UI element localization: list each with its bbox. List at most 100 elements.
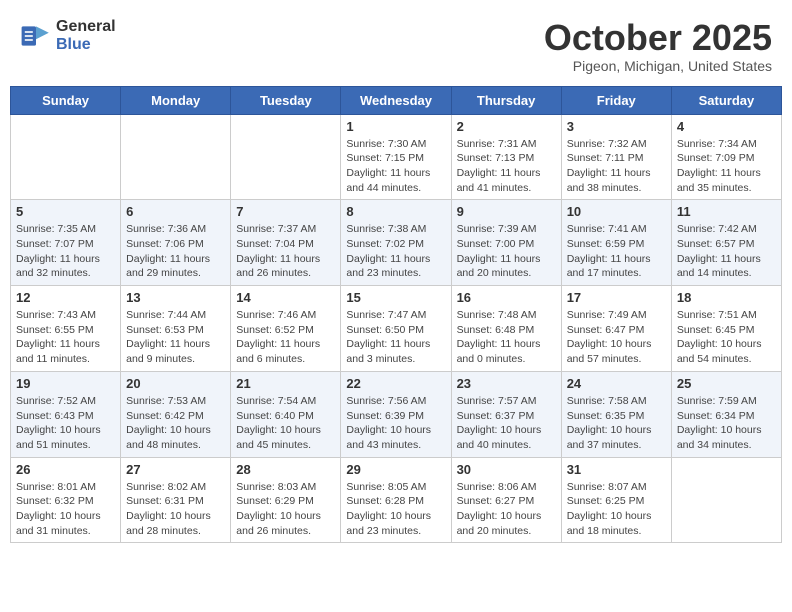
sunrise-text: Sunrise: 8:06 AM bbox=[457, 481, 537, 493]
sunrise-text: Sunrise: 7:54 AM bbox=[236, 395, 316, 407]
sunrise-text: Sunrise: 8:03 AM bbox=[236, 481, 316, 493]
weekday-header: Saturday bbox=[671, 86, 781, 114]
weekday-header: Tuesday bbox=[231, 86, 341, 114]
calendar-table: SundayMondayTuesdayWednesdayThursdayFrid… bbox=[10, 86, 782, 544]
calendar-day-cell: 7Sunrise: 7:37 AMSunset: 7:04 PMDaylight… bbox=[231, 200, 341, 286]
day-number: 20 bbox=[126, 376, 225, 391]
logo-icon bbox=[20, 20, 52, 52]
day-info: Sunrise: 7:46 AMSunset: 6:52 PMDaylight:… bbox=[236, 308, 335, 367]
title-block: October 2025 Pigeon, Michigan, United St… bbox=[544, 18, 772, 74]
sunset-text: Sunset: 6:52 PM bbox=[236, 324, 314, 336]
daylight-text: Daylight: 10 hours and 31 minutes. bbox=[16, 510, 101, 537]
calendar-day-cell: 19Sunrise: 7:52 AMSunset: 6:43 PMDayligh… bbox=[11, 371, 121, 457]
calendar-day-cell: 12Sunrise: 7:43 AMSunset: 6:55 PMDayligh… bbox=[11, 286, 121, 372]
sunrise-text: Sunrise: 7:52 AM bbox=[16, 395, 96, 407]
day-info: Sunrise: 7:57 AMSunset: 6:37 PMDaylight:… bbox=[457, 394, 556, 453]
day-number: 4 bbox=[677, 119, 776, 134]
weekday-header: Monday bbox=[121, 86, 231, 114]
day-info: Sunrise: 7:47 AMSunset: 6:50 PMDaylight:… bbox=[346, 308, 445, 367]
calendar-day-cell: 11Sunrise: 7:42 AMSunset: 6:57 PMDayligh… bbox=[671, 200, 781, 286]
page-header: General Blue October 2025 Pigeon, Michig… bbox=[10, 10, 782, 86]
daylight-text: Daylight: 10 hours and 48 minutes. bbox=[126, 424, 211, 451]
calendar-day-cell: 20 Sunrise: 7:53 AMSunset: 6:42 PMDayligh… bbox=[121, 371, 231, 457]
daylight-text: Daylight: 11 hours and 9 minutes. bbox=[126, 338, 210, 365]
sunrise-text: Sunrise: 7:51 AM bbox=[677, 309, 757, 321]
day-number: 19 bbox=[16, 376, 115, 391]
sunrise-text: Sunrise: 7:42 AM bbox=[677, 223, 757, 235]
day-info: Sunrise: 7:58 AMSunset: 6:35 PMDaylight:… bbox=[567, 394, 666, 453]
day-info: Sunrise: 7:34 AMSunset: 7:09 PMDaylight:… bbox=[677, 137, 776, 196]
daylight-text: Daylight: 11 hours and 38 minutes. bbox=[567, 167, 651, 194]
sunset-text: Sunset: 7:09 PM bbox=[677, 152, 755, 164]
daylight-text: Daylight: 10 hours and 18 minutes. bbox=[567, 510, 652, 537]
calendar-day-cell: 31 Sunrise: 8:07 AMSunset: 6:25 PMDayligh… bbox=[561, 457, 671, 543]
sunset-text: Sunset: 6:45 PM bbox=[677, 324, 755, 336]
sunrise-text: Sunrise: 7:58 AM bbox=[567, 395, 647, 407]
day-info: Sunrise: 8:02 AMSunset: 6:31 PMDaylight:… bbox=[126, 480, 225, 539]
sunset-text: Sunset: 6:31 PM bbox=[126, 495, 204, 507]
calendar-day-cell: 24Sunrise: 7:58 AMSunset: 6:35 PMDayligh… bbox=[561, 371, 671, 457]
calendar-day-cell: 17Sunrise: 7:49 AMSunset: 6:47 PMDayligh… bbox=[561, 286, 671, 372]
day-info: Sunrise: 7:51 AM Sunset: 6:45 PM Daylight:… bbox=[677, 308, 776, 367]
sunrise-text: Sunrise: 7:49 AM bbox=[567, 309, 647, 321]
calendar-day-cell: 22Sunrise: 7:56 AMSunset: 6:39 PMDayligh… bbox=[341, 371, 451, 457]
sunset-text: Sunset: 7:15 PM bbox=[346, 152, 424, 164]
daylight-text: Daylight: 11 hours and 23 minutes. bbox=[346, 253, 430, 280]
daylight-text: Daylight: 10 hours and 23 minutes. bbox=[346, 510, 431, 537]
sunset-text: Sunset: 6:48 PM bbox=[457, 324, 535, 336]
day-info: Sunrise: 7:35 AMSunset: 7:07 PMDaylight:… bbox=[16, 222, 115, 281]
sunrise-text: Sunrise: 7:38 AM bbox=[346, 223, 426, 235]
sunset-text: Sunset: 6:27 PM bbox=[457, 495, 535, 507]
daylight-text: Daylight: 11 hours and 44 minutes. bbox=[346, 167, 430, 194]
sunrise-text: Sunrise: 7:47 AM bbox=[346, 309, 426, 321]
sunset-text: Sunset: 6:55 PM bbox=[16, 324, 94, 336]
day-number: 14 bbox=[236, 290, 335, 305]
sunset-text: Sunset: 6:50 PM bbox=[346, 324, 424, 336]
calendar-day-cell: 15Sunrise: 7:47 AMSunset: 6:50 PMDayligh… bbox=[341, 286, 451, 372]
daylight-text: Daylight: 11 hours and 6 minutes. bbox=[236, 338, 320, 365]
sunset-text: Sunset: 7:13 PM bbox=[457, 152, 535, 164]
calendar-day-cell: 25Sunrise: 7:59 AMSunset: 6:34 PMDayligh… bbox=[671, 371, 781, 457]
sunrise-text: Sunrise: 7:30 AM bbox=[346, 138, 426, 150]
sunset-text: Sunset: 7:11 PM bbox=[567, 152, 644, 164]
calendar-day-cell: 28Sunrise: 8:03 AMSunset: 6:29 PMDayligh… bbox=[231, 457, 341, 543]
sunrise-text: Sunrise: 7:35 AM bbox=[16, 223, 96, 235]
weekday-header-row: SundayMondayTuesdayWednesdayThursdayFrid… bbox=[11, 86, 782, 114]
day-info: Sunrise: 7:39 AMSunset: 7:00 PMDaylight:… bbox=[457, 222, 556, 281]
day-number: 9 bbox=[457, 204, 556, 219]
daylight-text: Daylight: 10 hours and 28 minutes. bbox=[126, 510, 211, 537]
day-number: 10 bbox=[567, 204, 666, 219]
sunset-text: Sunset: 7:00 PM bbox=[457, 238, 535, 250]
day-number: 31 bbox=[567, 462, 666, 477]
day-info: Sunrise: 8:07 AMSunset: 6:25 PMDaylight:… bbox=[567, 480, 666, 539]
weekday-header: Sunday bbox=[11, 86, 121, 114]
sunset-text: Sunset: 6:59 PM bbox=[567, 238, 645, 250]
weekday-header: Friday bbox=[561, 86, 671, 114]
calendar-week-row: 5Sunrise: 7:35 AMSunset: 7:07 PMDaylight… bbox=[11, 200, 782, 286]
day-info: Sunrise: 8:03 AMSunset: 6:29 PMDaylight:… bbox=[236, 480, 335, 539]
sunset-text: Sunset: 6:39 PM bbox=[346, 410, 424, 422]
calendar-day-cell bbox=[11, 114, 121, 200]
sunset-text: Sunset: 7:04 PM bbox=[236, 238, 314, 250]
sunrise-text: Sunrise: 7:36 AM bbox=[126, 223, 206, 235]
daylight-text: Daylight: 10 hours and 51 minutes. bbox=[16, 424, 101, 451]
calendar-day-cell: 8Sunrise: 7:38 AMSunset: 7:02 PMDaylight… bbox=[341, 200, 451, 286]
day-number: 3 bbox=[567, 119, 666, 134]
day-number: 12 bbox=[16, 290, 115, 305]
calendar-day-cell bbox=[121, 114, 231, 200]
day-number: 26 bbox=[16, 462, 115, 477]
sunset-text: Sunset: 6:40 PM bbox=[236, 410, 314, 422]
sunrise-text: Sunrise: 7:56 AM bbox=[346, 395, 426, 407]
calendar-day-cell: 16Sunrise: 7:48 AMSunset: 6:48 PMDayligh… bbox=[451, 286, 561, 372]
sunset-text: Sunset: 6:32 PM bbox=[16, 495, 94, 507]
calendar-day-cell: 6Sunrise: 7:36 AMSunset: 7:06 PMDaylight… bbox=[121, 200, 231, 286]
calendar-week-row: 26Sunrise: 8:01 AMSunset: 6:32 PMDayligh… bbox=[11, 457, 782, 543]
sunrise-text: Sunrise: 8:07 AM bbox=[567, 481, 647, 493]
daylight-text: Daylight: 11 hours and 41 minutes. bbox=[457, 167, 541, 194]
logo: General Blue bbox=[20, 18, 116, 53]
daylight-text: Daylight: 11 hours and 14 minutes. bbox=[677, 253, 761, 280]
sunrise-text: Sunrise: 7:59 AM bbox=[677, 395, 757, 407]
daylight-text: Daylight: 10 hours and 54 minutes. bbox=[677, 338, 762, 365]
calendar-day-cell: 1Sunrise: 7:30 AMSunset: 7:15 PMDaylight… bbox=[341, 114, 451, 200]
day-info: Sunrise: 7:53 AMSunset: 6:42 PMDaylight:… bbox=[126, 394, 225, 453]
